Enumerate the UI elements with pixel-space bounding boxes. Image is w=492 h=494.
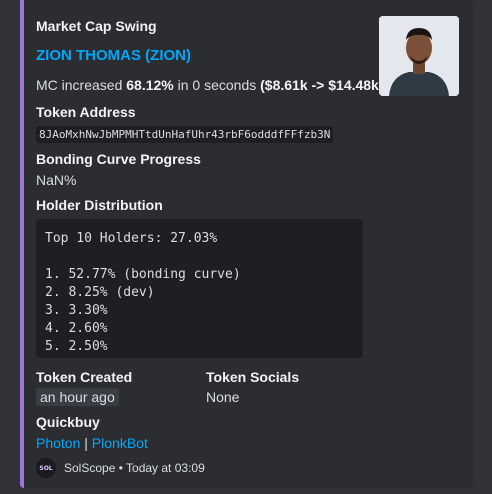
- embed-card: Market Cap Swing ZION THOMAS (ZION) MC i…: [20, 0, 473, 488]
- field-quickbuy-name: Quickbuy: [36, 414, 100, 430]
- solscope-logo-icon: SOL: [36, 458, 56, 478]
- field-holder-distribution-name: Holder Distribution: [36, 197, 163, 213]
- embed-author: Market Cap Swing: [36, 18, 157, 34]
- photon-link[interactable]: Photon: [36, 435, 80, 451]
- holder-distribution-codeblock: Top 10 Holders: 27.03% 1. 52.77% (bonding…: [36, 219, 363, 358]
- footer-text: SolScope • Today at 03:09: [64, 461, 205, 475]
- embed-description: MC increased 68.12% in 0 seconds ($8.61k…: [36, 77, 384, 93]
- holder-line: Top 10 Holders: 27.03%: [45, 231, 218, 246]
- holder-line: 3. 3.30%: [45, 303, 108, 318]
- holder-line: [45, 248, 354, 266]
- field-token-address-name: Token Address: [36, 104, 136, 120]
- field-token-created-value: an hour ago: [36, 388, 119, 406]
- field-token-socials-name: Token Socials: [206, 369, 300, 385]
- field-bonding-curve-name: Bonding Curve Progress: [36, 151, 201, 167]
- link-separator: |: [80, 435, 92, 451]
- person-portrait-icon: [379, 16, 459, 96]
- mc-range: ($8.61k -> $14.48k): [260, 77, 384, 93]
- description-middle: in 0 seconds: [173, 77, 261, 93]
- description-prefix: MC increased: [36, 77, 127, 93]
- holder-line: 5. 2.50%: [45, 339, 108, 354]
- field-token-socials-value: None: [206, 389, 240, 405]
- field-token-address-value[interactable]: 8JAoMxhNwJbMPMHTtdUnHafUhr43rbF6odddfFFf…: [36, 125, 334, 143]
- embed-footer: SOL SolScope • Today at 03:09: [36, 458, 205, 478]
- token-address-code[interactable]: 8JAoMxhNwJbMPMHTtdUnHafUhr43rbF6odddfFFf…: [36, 126, 334, 143]
- thumbnail-image[interactable]: [379, 16, 459, 96]
- field-quickbuy-value: Photon | PlonkBot: [36, 435, 148, 451]
- embed-title-link[interactable]: ZION THOMAS (ZION): [36, 47, 191, 64]
- holder-line: 2. 8.25% (dev): [45, 285, 155, 300]
- mc-percent: 68.12%: [126, 77, 174, 93]
- field-bonding-curve-value: NaN%: [36, 172, 77, 188]
- timestamp-chip[interactable]: an hour ago: [36, 388, 119, 406]
- holder-line: 4. 2.60%: [45, 321, 108, 336]
- field-token-created-name: Token Created: [36, 369, 133, 385]
- plonkbot-link[interactable]: PlonkBot: [92, 435, 148, 451]
- holder-line: 1. 52.77% (bonding curve): [45, 267, 241, 282]
